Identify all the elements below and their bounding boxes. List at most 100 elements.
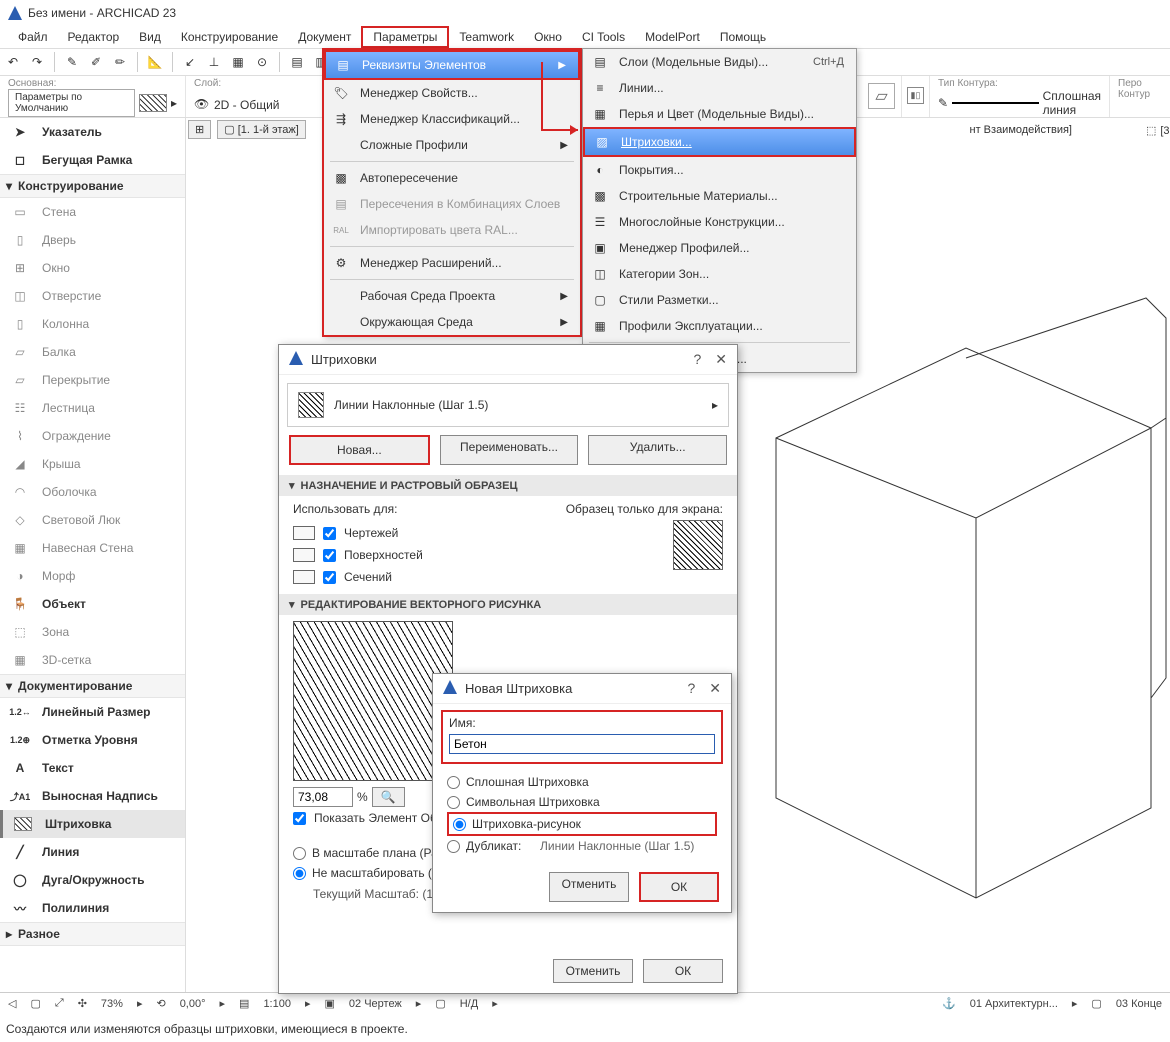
menu-parameters[interactable]: Параметры — [361, 26, 449, 48]
redo-icon[interactable]: ↷ — [26, 51, 48, 73]
help-icon[interactable]: ? — [687, 680, 695, 697]
submenu-pens[interactable]: ▦Перья и Цвет (Модельные Виды)... — [583, 101, 856, 127]
tool-column[interactable]: ▯Колонна — [0, 310, 185, 338]
zoom-fit-button[interactable]: 🔍 — [372, 787, 405, 807]
tool-pointer[interactable]: ➤ Указатель — [0, 118, 185, 146]
zoom-fit-icon[interactable]: ⤢ — [55, 997, 64, 1010]
radio-solid-fill[interactable] — [447, 776, 460, 789]
submenu-profiles[interactable]: ▣Менеджер Профилей... — [583, 235, 856, 261]
menu-view[interactable]: Вид — [129, 28, 171, 46]
submenu-opprofiles[interactable]: ▦Профили Эксплуатации... — [583, 313, 856, 339]
section-vector[interactable]: ▾РЕДАКТИРОВАНИЕ ВЕКТОРНОГО РИСУНКА — [279, 594, 737, 615]
tool-object[interactable]: 🪑Объект — [0, 590, 185, 618]
cursor-snap-icon[interactable]: ⊙ — [251, 51, 273, 73]
tool-curtainwall[interactable]: ▦Навесная Стена — [0, 534, 185, 562]
chk-sections[interactable] — [323, 571, 336, 584]
arch-preset-value[interactable]: 01 Архитектурн... — [970, 998, 1058, 1010]
tool-wall[interactable]: ▭Стена — [0, 198, 185, 226]
radio-image-fill[interactable] — [453, 818, 466, 831]
pick-icon[interactable]: ✎ — [61, 51, 83, 73]
group-raznoe[interactable]: ▸ Разное — [0, 922, 185, 946]
nav-first-icon[interactable]: ▢ — [30, 997, 40, 1010]
contour-line-sample[interactable] — [952, 102, 1039, 104]
tool-text[interactable]: AТекст — [0, 754, 185, 782]
geometry-icon[interactable]: ▱ — [868, 83, 894, 109]
radio-model-scale[interactable] — [293, 847, 306, 860]
default-params-button[interactable]: Параметры по Умолчанию — [8, 89, 135, 117]
chk-surfaces[interactable] — [323, 549, 336, 562]
radio-paper-scale[interactable] — [293, 867, 306, 880]
hatch-preview-icon[interactable] — [139, 94, 167, 112]
nav-prev-icon[interactable]: ◁ — [8, 997, 16, 1010]
radio-duplicate-fill[interactable] — [447, 840, 460, 853]
tool-shell[interactable]: ◠Оболочка — [0, 478, 185, 506]
fill-selector[interactable]: Линии Наклонные (Шаг 1.5) ▸ — [287, 383, 729, 427]
tool-arc[interactable]: ◯Дуга/Окружность — [0, 866, 185, 894]
tool-railing[interactable]: ⌇Ограждение — [0, 422, 185, 450]
tool-window[interactable]: ⊞Окно — [0, 254, 185, 282]
chk-show-elem[interactable] — [293, 812, 306, 825]
fills-ok-button[interactable]: ОК — [643, 959, 723, 983]
caret-icon[interactable]: ▸ — [305, 997, 311, 1010]
scale-value[interactable]: 1:100 — [263, 998, 291, 1010]
tool-mesh[interactable]: ▦3D-сетка — [0, 646, 185, 674]
tool-zone[interactable]: ⬚Зона — [0, 618, 185, 646]
tool-skylight[interactable]: ◇Световой Люк — [0, 506, 185, 534]
radio-symbol-fill[interactable] — [447, 796, 460, 809]
submenu-surfaces[interactable]: ◐Покрытия... — [583, 157, 856, 183]
tool-label[interactable]: ⤴A1Выносная Надпись — [0, 782, 185, 810]
help-icon[interactable]: ? — [693, 351, 701, 368]
angle-value[interactable]: 0,00° — [180, 998, 206, 1010]
chk-drawings[interactable] — [323, 527, 336, 540]
close-icon[interactable]: ✕ — [715, 351, 727, 368]
submenu-fills[interactable]: ▨Штриховки... — [583, 127, 856, 157]
menu-help[interactable]: Помощь — [710, 28, 776, 46]
new-fill-button[interactable]: Новая... — [289, 435, 430, 465]
submenu-materials[interactable]: ▩Строительные Материалы... — [583, 183, 856, 209]
submenu-layers[interactable]: ▤Слои (Модельные Виды)...Ctrl+Д — [583, 49, 856, 75]
caret-icon[interactable]: ▸ — [1072, 997, 1078, 1010]
tool-stair[interactable]: ☷Лестница — [0, 394, 185, 422]
rename-fill-button[interactable]: Переименовать... — [440, 435, 579, 465]
eye-icon[interactable]: 👁 — [194, 97, 210, 113]
perp-icon[interactable]: ⊥ — [203, 51, 225, 73]
tool-level[interactable]: 1.2⊕Отметка Уровня — [0, 726, 185, 754]
nd-value[interactable]: Н/Д — [460, 998, 478, 1010]
tool-opening[interactable]: ◫Отверстие — [0, 282, 185, 310]
caret-icon[interactable]: ▸ — [492, 997, 498, 1010]
group-konstr[interactable]: ▾ Конструирование — [0, 174, 185, 198]
tool-morph[interactable]: ◑Морф — [0, 562, 185, 590]
ruler-icon[interactable]: 📐 — [144, 51, 166, 73]
close-icon[interactable]: ✕ — [709, 680, 721, 697]
tool-fill[interactable]: Штриховка — [0, 810, 185, 838]
konc-preset-value[interactable]: 03 Конце — [1116, 998, 1162, 1010]
delete-fill-button[interactable]: Удалить... — [588, 435, 727, 465]
tool-roof[interactable]: ◢Крыша — [0, 450, 185, 478]
fills-cancel-button[interactable]: Отменить — [553, 959, 633, 983]
undo-icon[interactable]: ↶ — [2, 51, 24, 73]
pan-icon[interactable]: ✣ — [78, 997, 87, 1010]
menu-document[interactable]: Документ — [288, 28, 361, 46]
menu-item-autocross[interactable]: ▩Автопересечение — [324, 165, 580, 191]
tool-dimension[interactable]: 1.2↔Линейный Размер — [0, 698, 185, 726]
group-dokum[interactable]: ▾ Документирование — [0, 674, 185, 698]
submenu-composites[interactable]: ☰Многослойные Конструкции... — [583, 209, 856, 235]
layers-icon[interactable]: ▤ — [286, 51, 308, 73]
menu-teamwork[interactable]: Teamwork — [449, 28, 524, 46]
menu-modelport[interactable]: ModelPort — [635, 28, 710, 46]
tool-door[interactable]: ▯Дверь — [0, 226, 185, 254]
menu-item-workenv[interactable]: Рабочая Среда Проекта▶ — [324, 283, 580, 309]
caret-icon[interactable]: ▸ — [137, 997, 143, 1010]
layer-value[interactable]: 2D - Общий — [214, 98, 280, 112]
zoom-value[interactable]: 73% — [101, 998, 123, 1010]
grid-icon[interactable]: ▦ — [227, 51, 249, 73]
menu-file[interactable]: Файл — [8, 28, 58, 46]
menu-konstr[interactable]: Конструирование — [171, 28, 288, 46]
grid-snap-icon[interactable]: ↙ — [179, 51, 201, 73]
caret-icon[interactable]: ▸ — [220, 997, 226, 1010]
tool-line[interactable]: ╱Линия — [0, 838, 185, 866]
zoom-input[interactable] — [293, 787, 353, 807]
split-icon[interactable]: ▮▯ — [907, 87, 925, 104]
paint-icon[interactable]: ✏ — [109, 51, 131, 73]
tool-slab[interactable]: ▱Перекрытие — [0, 366, 185, 394]
